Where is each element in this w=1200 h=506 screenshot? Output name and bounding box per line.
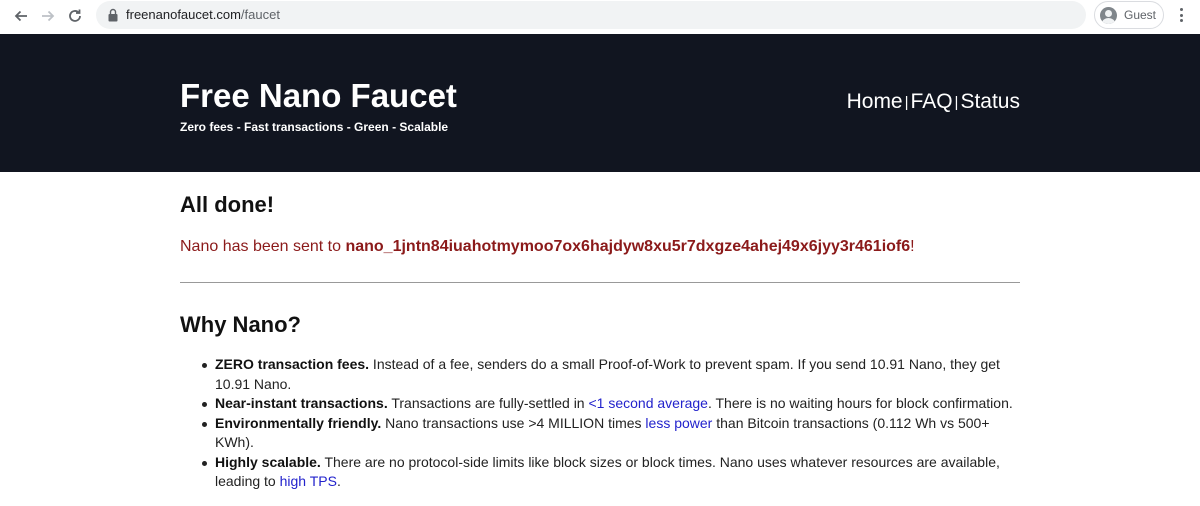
result-title: All done! [180, 192, 275, 217]
sent-message-prefix: Nano has been sent to [180, 238, 346, 255]
address-bar[interactable]: freenanofaucet.com/faucet [96, 1, 1086, 29]
why-title: Why Nano? [180, 312, 301, 337]
average-time-link[interactable]: <1 second average [588, 395, 707, 411]
nav-separator: | [954, 94, 959, 111]
forward-arrow-icon[interactable] [38, 6, 58, 26]
back-arrow-icon[interactable] [11, 6, 31, 26]
profile-label: Guest [1124, 8, 1157, 22]
feature-heading: Highly scalable. [215, 453, 321, 470]
high-tps-link[interactable]: high TPS [280, 473, 337, 489]
url-host: freenanofaucet.com [126, 7, 241, 22]
feature-heading: Near-instant transactions. [215, 395, 388, 411]
browser-toolbar: freenanofaucet.com/faucet Guest [0, 0, 1200, 34]
more-menu-icon[interactable] [1174, 7, 1188, 23]
site-tagline: Zero fees - Fast transactions - Green - … [180, 120, 449, 134]
main-nav: Home | FAQ | Status [847, 90, 1020, 114]
list-item: ZERO transaction fees. Instead of a fee,… [202, 355, 1015, 394]
list-item: Environmentally friendly. Nano transacti… [202, 414, 1015, 453]
less-power-link[interactable]: less power [645, 415, 712, 431]
features-list: ZERO transaction fees. Instead of a fee,… [202, 355, 1015, 492]
site-title[interactable]: Free Nano Faucet [180, 77, 457, 115]
divider [180, 282, 1020, 283]
sent-message: Nano has been sent to nano_1jntn84iuahot… [180, 238, 915, 256]
nav-status[interactable]: Status [960, 90, 1020, 114]
nav-separator: | [904, 94, 909, 111]
list-item: Near-instant transactions. Transactions … [202, 394, 1015, 414]
feature-text: . [336, 473, 341, 489]
lock-icon [108, 8, 118, 22]
feature-heading: Environmentally friendly. [215, 414, 382, 431]
site-header: Free Nano Faucet Zero fees - Fast transa… [0, 34, 1200, 172]
feature-text: Transactions are fully-settled in [387, 395, 589, 411]
wallet-address: nano_1jntn84iuahotmymoo7ox6hajdyw8xu5r7d… [345, 238, 911, 255]
sent-message-suffix: ! [910, 238, 915, 255]
reload-icon[interactable] [65, 6, 85, 26]
profile-button[interactable]: Guest [1094, 1, 1164, 29]
avatar-icon [1100, 7, 1117, 24]
list-item: Highly scalable. There are no protocol-s… [202, 453, 1015, 492]
feature-heading: ZERO transaction fees. [215, 356, 370, 372]
feature-text: . There is no waiting hours for block co… [707, 395, 1013, 411]
url-text: freenanofaucet.com/faucet [126, 7, 280, 22]
url-path: /faucet [240, 7, 280, 22]
nav-home[interactable]: Home [847, 90, 903, 114]
feature-text: Nano transactions use >4 MILLION times [381, 414, 646, 431]
nav-faq[interactable]: FAQ [911, 90, 953, 114]
